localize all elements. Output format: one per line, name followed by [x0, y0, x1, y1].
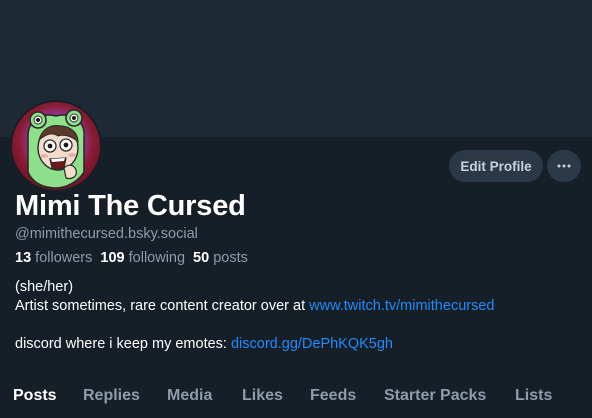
profile-bio: (she/her) Artist sometimes, rare content… [15, 278, 494, 354]
tab-posts[interactable]: Posts [13, 378, 57, 405]
posts-stat: 50 posts [193, 250, 248, 266]
tab-replies[interactable]: Replies [83, 378, 140, 405]
profile-tabs: Posts Replies Media Likes Feeds Starter … [0, 378, 592, 418]
profile-avatar[interactable] [10, 100, 102, 192]
profile-page: Edit Profile Mimi The Cursed @mimithecur… [0, 0, 592, 418]
tab-media[interactable]: Media [167, 378, 212, 405]
bio-twitch-text: Artist sometimes, rare content creator o… [15, 298, 310, 314]
following-label: following [128, 250, 186, 266]
bio-spacer [15, 316, 494, 335]
following-stat[interactable]: 109 following [100, 250, 185, 266]
bio-pronouns: (she/her) [15, 279, 74, 295]
tab-likes[interactable]: Likes [242, 378, 283, 405]
bio-line-discord: discord where i keep my emotes: discord.… [15, 335, 494, 354]
discord-link[interactable]: discord.gg/DePhKQK5gh [231, 336, 393, 352]
profile-handle: @mimithecursed.bsky.social [15, 226, 198, 242]
tab-feeds[interactable]: Feeds [310, 378, 356, 405]
more-options-button[interactable] [547, 150, 581, 182]
following-count: 109 [100, 250, 125, 266]
edit-profile-button[interactable]: Edit Profile [449, 150, 543, 182]
more-horizontal-icon [557, 164, 571, 168]
posts-count: 50 [193, 250, 210, 266]
followers-stat[interactable]: 13 followers [15, 250, 92, 266]
frog-hood-avatar-image [12, 102, 100, 190]
bio-line-twitch: Artist sometimes, rare content creator o… [15, 297, 494, 316]
profile-stats: 13 followers 109 following 50 posts [15, 250, 248, 266]
display-name: Mimi The Cursed [15, 190, 246, 222]
followers-count: 13 [15, 250, 32, 266]
followers-label: followers [35, 250, 93, 266]
tab-starter-packs[interactable]: Starter Packs [384, 378, 486, 405]
twitch-link[interactable]: www.twitch.tv/mimithecursed [309, 298, 494, 314]
tab-lists[interactable]: Lists [515, 378, 552, 405]
bio-discord-text: discord where i keep my emotes: [15, 336, 231, 352]
posts-label: posts [213, 250, 248, 266]
